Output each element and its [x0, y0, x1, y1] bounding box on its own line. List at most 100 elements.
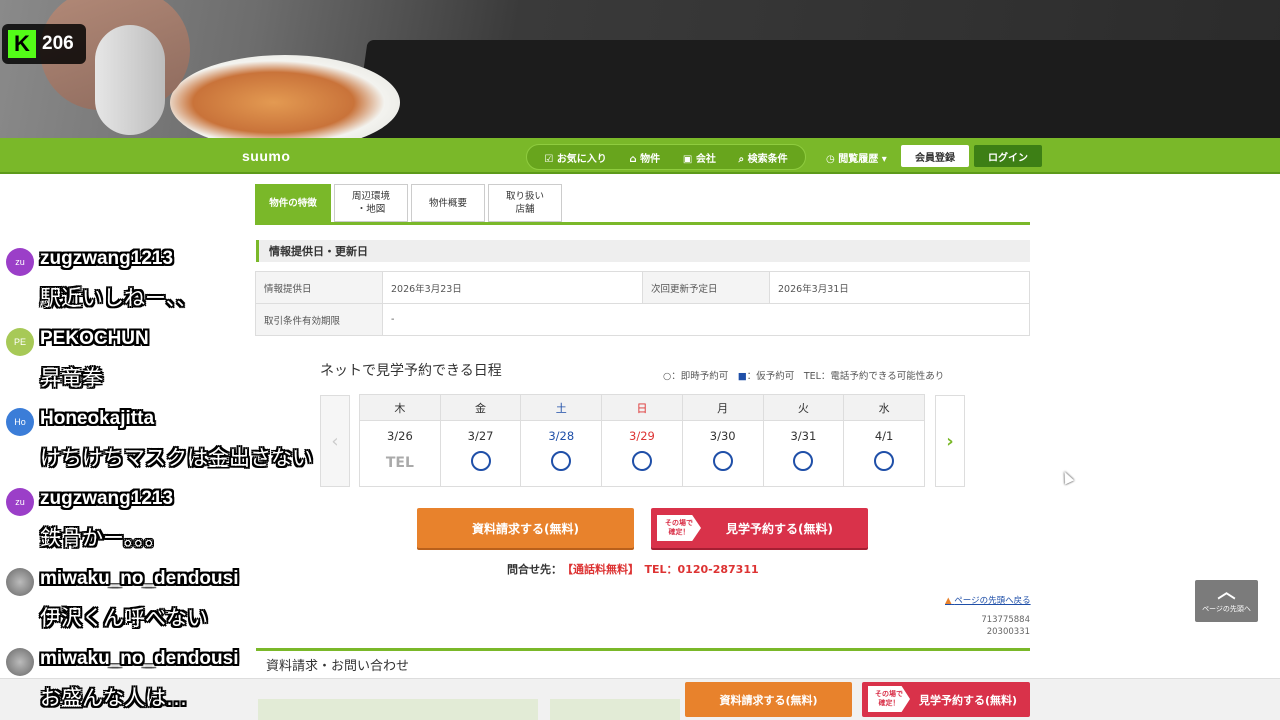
available-circle-icon: [874, 451, 895, 471]
avatar: [6, 648, 34, 676]
weekday-fri: 金: [439, 394, 522, 421]
deal-expiry-value: -: [382, 303, 1030, 336]
mouse-image: [95, 25, 165, 135]
date-label: 3/29: [629, 429, 655, 443]
nav-properties[interactable]: ⌂ 物件: [630, 150, 661, 165]
chat-message: Ho Honeokajitta けちけちマスクは金出さない: [6, 406, 406, 486]
suumo-logo[interactable]: suumo: [242, 148, 290, 164]
page-top-button[interactable]: ︿ ページの先頭へ: [1195, 580, 1258, 622]
calendar-cell-available[interactable]: 3/27: [439, 420, 522, 487]
chat-text: 駅近いしねー、、: [40, 286, 198, 310]
header-nav: ☑ お気に入り ⌂ 物件 ▣ 会社 ⌕ 検索条件: [526, 144, 806, 170]
page-top-label: ページの先頭へ: [1202, 605, 1251, 613]
footer-request-documents-button[interactable]: 資料請求する(無料): [685, 682, 852, 717]
tab-features[interactable]: 物件の特徴: [255, 184, 331, 222]
chat-overlay: zu zugzwang1213 駅近いしねー、、 PE PEKOCHUN 昇竜拳…: [6, 246, 406, 720]
calendar-dates-row: 3/26 TEL 3/27 3/28 3/29 3/30 3/31 4/1: [359, 420, 925, 487]
available-circle-icon: [551, 451, 572, 471]
chat-username: miwaku_no_dendousi: [40, 648, 239, 669]
nav-search-conditions[interactable]: ⌕ 検索条件: [739, 150, 788, 165]
chat-message: zu zugzwang1213 鉄骨かー。。。: [6, 486, 406, 566]
info-provided-value: 2026年3月23日: [382, 271, 643, 304]
chat-message: miwaku_no_dendousi 伊沢くん呼べない: [6, 566, 406, 646]
nav-favorites[interactable]: ☑ お気に入り: [544, 150, 606, 165]
schedule-calendar: 木 金 土 日 月 火 水 3/26 TEL 3/27 3/28 3/29 3/3…: [359, 394, 925, 487]
chat-text: 鉄骨かー。。。: [40, 526, 166, 550]
footer-book-visit-button[interactable]: その場で 確定！ 見学予約する(無料): [862, 682, 1030, 717]
tab-surroundings-map[interactable]: 周辺環境 ・地図: [334, 184, 408, 222]
date-label: 3/28: [548, 429, 575, 443]
available-circle-icon: [631, 451, 652, 471]
tab-agent-stores[interactable]: 取り扱い 店舗: [488, 184, 562, 222]
next-update-value: 2026年3月31日: [769, 271, 1030, 304]
request-documents-button[interactable]: 資料請求する(無料): [417, 508, 634, 548]
weekday-mon: 月: [681, 394, 764, 421]
chat-text: けちけちマスクは金出さない: [40, 446, 313, 470]
book-visit-label: 見学予約する(無料): [726, 521, 833, 536]
available-circle-icon: [793, 451, 814, 471]
weekday-sat: 土: [520, 394, 603, 421]
calendar-cell-available[interactable]: 3/29: [601, 420, 683, 487]
chat-username: zugzwang1213: [40, 248, 174, 269]
chat-message: zu zugzwang1213 駅近いしねー、、: [6, 246, 406, 326]
calendar-weekday-row: 木 金 土 日 月 火 水: [359, 394, 925, 421]
calendar-cell-available[interactable]: 4/1: [843, 420, 925, 487]
chevron-up-icon: ︿: [1217, 582, 1236, 603]
instant-confirm-badge: その場で 確定！: [868, 686, 910, 712]
chat-text: 昇竜拳: [40, 366, 103, 390]
avatar: PE: [6, 328, 34, 356]
keyboard-image: [352, 40, 1280, 140]
tab-overview[interactable]: 物件概要: [411, 184, 485, 222]
chat-message: miwaku_no_dendousi お盛んな人は…: [6, 646, 406, 720]
book-visit-button[interactable]: その場で 確定！ 見学予約する(無料): [651, 508, 868, 548]
chat-message: PE PEKOCHUN 昇竜拳: [6, 326, 406, 406]
weekday-tue: 火: [762, 394, 845, 421]
nav-companies[interactable]: ▣ 会社: [683, 150, 716, 165]
avatar: zu: [6, 248, 34, 276]
chat-username: zugzwang1213: [40, 488, 174, 509]
footer-ghost-block: [550, 699, 680, 720]
calendar-cell-available[interactable]: 3/30: [681, 420, 764, 487]
weekday-wed: 水: [843, 394, 925, 421]
instant-confirm-badge: その場で 確定！: [657, 515, 701, 541]
footer-book-visit-label: 見学予約する(無料): [918, 693, 1018, 707]
weekday-sun: 日: [601, 394, 683, 421]
chat-username: PEKOCHUN: [40, 328, 149, 349]
chevron-right-icon: ›: [946, 430, 954, 452]
chat-username: miwaku_no_dendousi: [40, 568, 239, 589]
square-icon: ■: [737, 371, 747, 382]
date-label: 3/30: [709, 429, 736, 443]
chat-text: お盛んな人は…: [40, 686, 187, 710]
viewer-count-badge: K 206: [2, 24, 86, 64]
calendar-cell-available[interactable]: 3/31: [762, 420, 845, 487]
mouse-cursor-icon: [1059, 469, 1075, 485]
triangle-up-icon: ▲: [945, 596, 952, 606]
avatar: zu: [6, 488, 34, 516]
login-button[interactable]: ログイン: [974, 145, 1042, 167]
property-codes: 713775884 20300331: [981, 615, 1030, 637]
date-label: 3/31: [790, 429, 817, 443]
viewer-count: 206: [42, 33, 74, 54]
food-plate-image: [170, 55, 400, 140]
available-circle-icon: [712, 451, 733, 471]
calendar-cell-available[interactable]: 3/28: [520, 420, 603, 487]
property-tabs: 物件の特徴 周辺環境 ・地図 物件概要 取り扱い 店舗: [255, 184, 562, 224]
contact-phone[interactable]: TEL：0120-287311: [645, 563, 759, 576]
back-to-top-link[interactable]: ▲ ページの先頭へ戻る: [945, 594, 1031, 606]
avatar: [6, 568, 34, 596]
register-button[interactable]: 会員登録: [901, 145, 969, 167]
chat-text: 伊沢くん呼べない: [40, 606, 208, 630]
avatar: Ho: [6, 408, 34, 436]
next-update-label: 次回更新予定日: [642, 271, 770, 304]
camera-feed: [0, 0, 1280, 140]
date-label: 3/27: [467, 429, 494, 443]
chat-username: Honeokajitta: [40, 408, 155, 429]
schedule-legend: ○：即時予約可 ■：仮予約可 TEL：電話予約できる可能性あり: [663, 371, 945, 382]
contact-line: 問合せ先： 【通話料無料】 TEL：0120-287311: [507, 563, 759, 576]
k-logo-icon: K: [8, 30, 36, 58]
tab-underline: [255, 222, 1030, 225]
next-week-button[interactable]: ›: [935, 395, 965, 487]
available-circle-icon: [470, 451, 491, 471]
date-label: 4/1: [874, 429, 894, 443]
browse-history-dropdown[interactable]: ◷ 閲覧履歴 ▾: [826, 150, 887, 165]
